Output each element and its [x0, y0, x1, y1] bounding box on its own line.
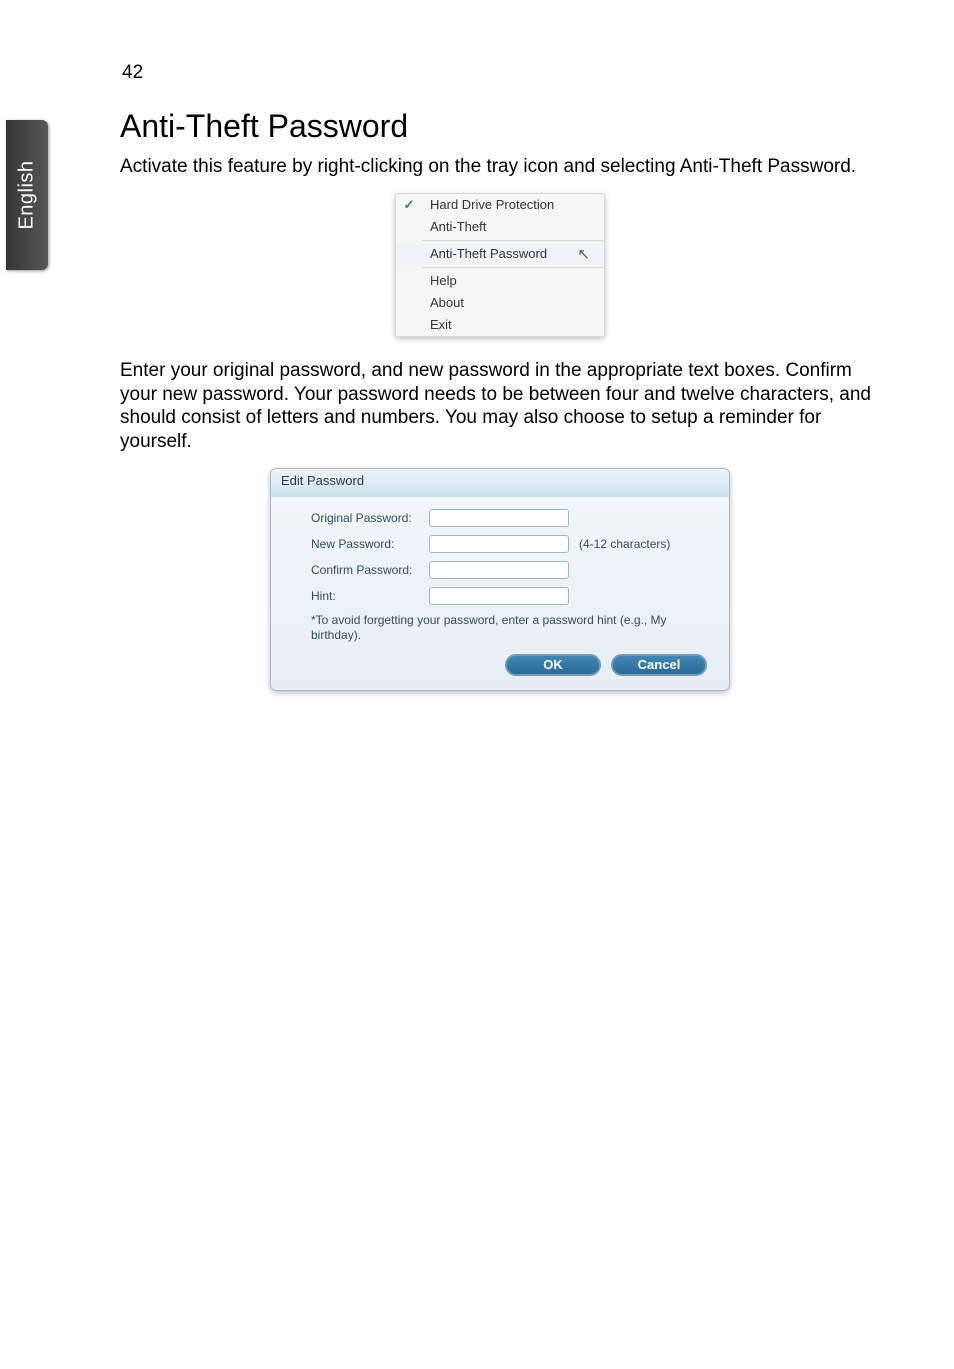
- hint-input[interactable]: [429, 587, 569, 605]
- confirm-password-label: Confirm Password:: [311, 563, 429, 577]
- intro-paragraph: Activate this feature by right-clicking …: [120, 155, 880, 179]
- menu-item-anti-theft[interactable]: Anti-Theft: [396, 216, 604, 238]
- hint-label: Hint:: [311, 589, 429, 603]
- checkmark-icon: ✓: [396, 197, 422, 213]
- menu-item-label: Anti-Theft: [422, 219, 604, 234]
- menu-item-label: Exit: [422, 317, 604, 332]
- page-number: 42: [122, 62, 143, 84]
- new-password-label: New Password:: [311, 537, 429, 551]
- language-tab: English: [6, 120, 48, 270]
- cancel-button[interactable]: Cancel: [611, 654, 707, 676]
- menu-item-exit[interactable]: Exit: [396, 314, 604, 336]
- ok-button[interactable]: OK: [505, 654, 601, 676]
- menu-item-about[interactable]: About: [396, 292, 604, 314]
- menu-separator: [422, 267, 604, 268]
- page-title: Anti-Theft Password: [120, 108, 880, 145]
- cursor-icon: ↖: [577, 245, 590, 263]
- language-tab-label: English: [16, 160, 39, 229]
- original-password-label: Original Password:: [311, 511, 429, 525]
- menu-item-label: About: [422, 295, 604, 310]
- menu-separator: [422, 240, 604, 241]
- new-password-suffix: (4-12 characters): [579, 537, 670, 551]
- confirm-password-row: Confirm Password:: [311, 561, 711, 579]
- menu-item-help[interactable]: Help: [396, 270, 604, 292]
- dialog-buttons: OK Cancel: [311, 654, 711, 676]
- page-content: Anti-Theft Password Activate this featur…: [120, 108, 880, 691]
- hint-note: *To avoid forgetting your password, ente…: [311, 613, 711, 644]
- dialog-figure: Edit Password Original Password: New Pas…: [120, 468, 880, 691]
- tray-context-menu: ✓ Hard Drive Protection Anti-Theft Anti-…: [395, 193, 605, 337]
- document-page: 42 English Anti-Theft Password Activate …: [0, 0, 954, 1369]
- dialog-title: Edit Password: [271, 469, 729, 497]
- menu-item-label: Hard Drive Protection: [422, 197, 604, 212]
- dialog-body: Original Password: New Password: (4-12 c…: [271, 497, 729, 690]
- new-password-input[interactable]: [429, 535, 569, 553]
- hint-row: Hint:: [311, 587, 711, 605]
- menu-item-label: Help: [422, 273, 604, 288]
- menu-item-hard-drive-protection[interactable]: ✓ Hard Drive Protection: [396, 194, 604, 216]
- context-menu-figure: ✓ Hard Drive Protection Anti-Theft Anti-…: [120, 193, 880, 337]
- original-password-input[interactable]: [429, 509, 569, 527]
- edit-password-dialog: Edit Password Original Password: New Pas…: [270, 468, 730, 691]
- menu-item-anti-theft-password[interactable]: Anti-Theft Password: [396, 243, 604, 265]
- new-password-row: New Password: (4-12 characters): [311, 535, 711, 553]
- confirm-password-input[interactable]: [429, 561, 569, 579]
- description-paragraph: Enter your original password, and new pa…: [120, 359, 880, 454]
- original-password-row: Original Password:: [311, 509, 711, 527]
